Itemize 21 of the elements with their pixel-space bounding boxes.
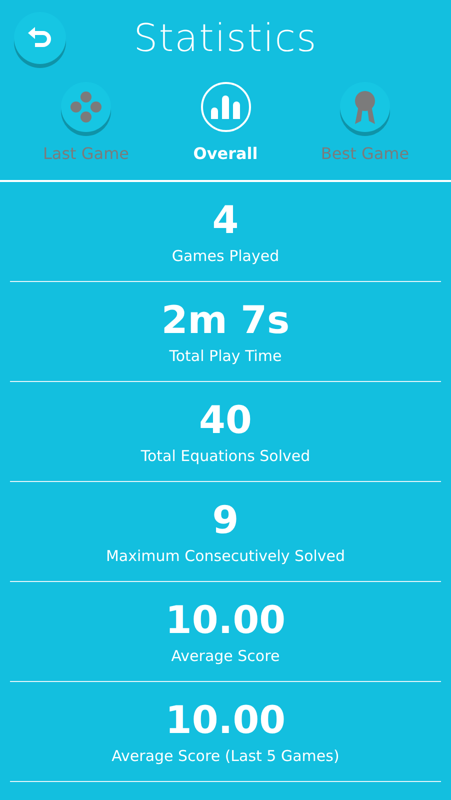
stat-value: 4 bbox=[212, 198, 239, 242]
stat-value: 40 bbox=[199, 398, 252, 442]
stat-label: Average Score (Last 5 Games) bbox=[112, 746, 340, 766]
bar-chart-icon bbox=[210, 95, 240, 119]
screen-title: Statistics bbox=[134, 15, 318, 61]
ribbon-medal-icon bbox=[352, 90, 378, 124]
stat-label: Games Played bbox=[172, 246, 280, 266]
stat-label: Total Play Time bbox=[169, 346, 282, 366]
back-button[interactable] bbox=[14, 12, 66, 64]
stat-value: 10.00 bbox=[165, 698, 286, 742]
tab-label[interactable]: Last Game bbox=[42, 144, 130, 163]
stat-label: Maximum Consecutively Solved bbox=[106, 546, 346, 566]
tab-label[interactable]: Best Game bbox=[320, 144, 410, 163]
stat-value: 9 bbox=[212, 498, 239, 542]
stat-label: Average Score bbox=[171, 646, 280, 666]
tab-label[interactable]: Overall bbox=[193, 144, 258, 163]
stat-value: 10.00 bbox=[165, 598, 286, 642]
back-icon bbox=[28, 27, 52, 49]
dots-icon bbox=[70, 91, 102, 123]
stat-value: 2m 7s bbox=[161, 298, 290, 342]
stat-label: Total Equations Solved bbox=[140, 446, 310, 466]
